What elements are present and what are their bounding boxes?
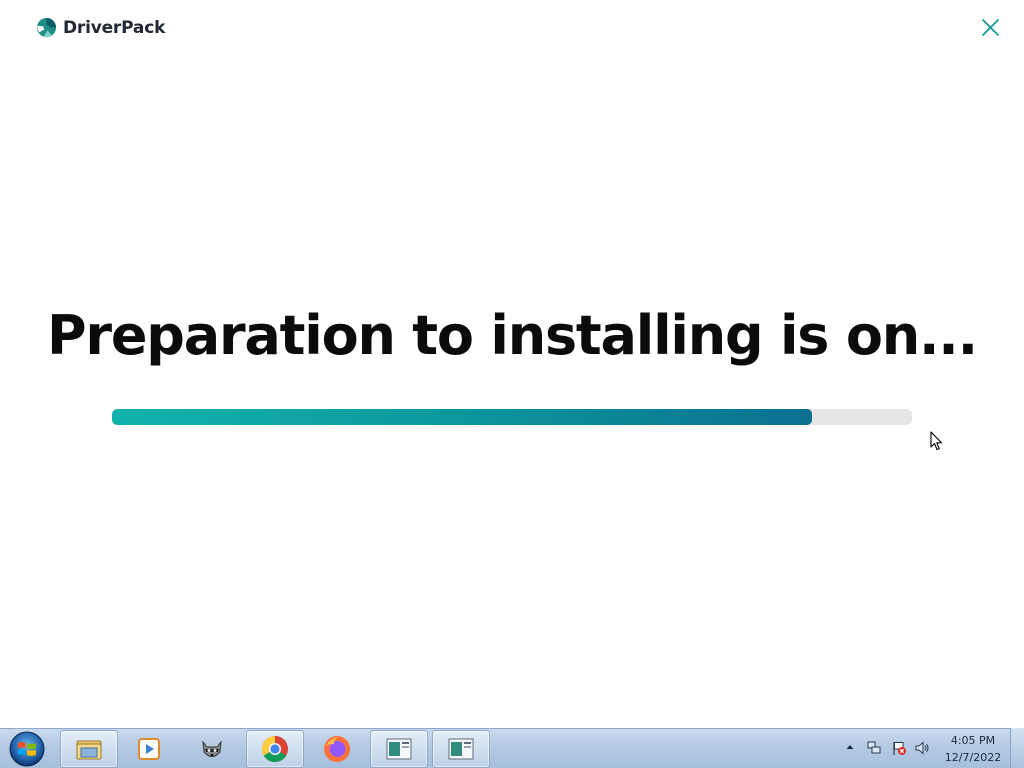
- taskbar-chrome[interactable]: [246, 730, 304, 768]
- media-player-icon[interactable]: [134, 734, 164, 764]
- chrome-icon[interactable]: [260, 734, 290, 764]
- close-button[interactable]: [980, 17, 1001, 38]
- close-icon[interactable]: [980, 17, 1001, 38]
- taskbar-window-1[interactable]: [370, 730, 428, 768]
- mouse-cursor-icon: [930, 431, 944, 451]
- windows-explorer-icon[interactable]: [74, 734, 104, 764]
- progress-bar-fill: [112, 409, 812, 425]
- volume-icon[interactable]: [914, 740, 930, 756]
- page-title: Preparation to installing is on...: [47, 304, 978, 367]
- window-app-icon[interactable]: [384, 734, 414, 764]
- firefox-icon[interactable]: [322, 734, 352, 764]
- window-app-icon[interactable]: [446, 734, 476, 764]
- taskbar-firefox[interactable]: [308, 730, 366, 768]
- driverpack-logo: DriverPack: [36, 17, 165, 38]
- show-desktop-button[interactable]: [1010, 728, 1024, 768]
- taskbar-raccoon-app[interactable]: [183, 730, 241, 768]
- app-name: DriverPack: [63, 17, 166, 38]
- action-center-flag-icon[interactable]: [891, 740, 907, 756]
- raccoon-app-icon[interactable]: [197, 734, 227, 764]
- taskbar-window-2[interactable]: [432, 730, 490, 768]
- taskbar-windows-explorer[interactable]: [60, 730, 118, 768]
- start-button[interactable]: [4, 730, 50, 768]
- clock-date: 12/7/2022: [944, 751, 1002, 764]
- system-clock[interactable]: 4:05 PM 12/7/2022: [938, 732, 1008, 766]
- driverpack-logo-icon: [36, 17, 57, 38]
- show-hidden-icons-arrow-icon[interactable]: [845, 742, 855, 752]
- windows-start-orb-icon[interactable]: [4, 730, 50, 768]
- progress-bar: [112, 409, 912, 425]
- network-icon[interactable]: [866, 740, 882, 756]
- taskbar-media-player[interactable]: [120, 730, 178, 768]
- clock-time: 4:05 PM: [950, 734, 996, 747]
